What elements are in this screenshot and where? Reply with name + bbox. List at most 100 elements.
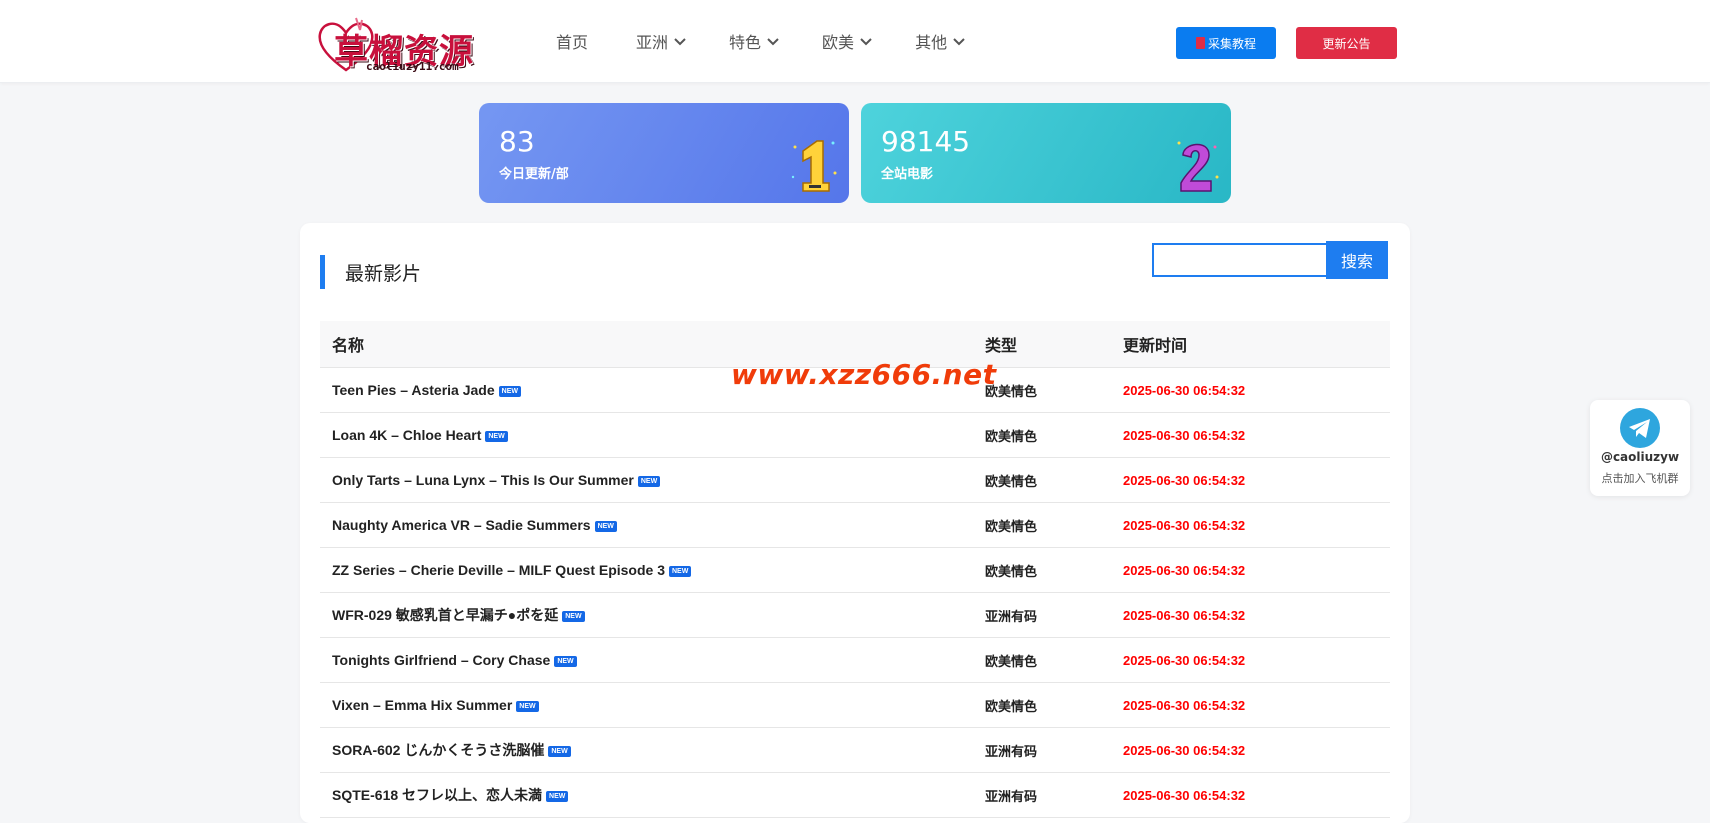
- telegram-handle: @caoliuzyw: [1600, 450, 1680, 464]
- new-badge: NEW: [498, 385, 521, 397]
- row-type-cell: 欧美情色: [985, 564, 1038, 580]
- stat-today-label: 今日更新/部: [499, 167, 569, 182]
- nav-home[interactable]: 首页: [556, 29, 588, 53]
- row-type-cell: 亚洲有码: [985, 744, 1038, 760]
- nav-other-label: 其他: [915, 33, 948, 52]
- book-icon: [1195, 37, 1205, 49]
- search-form: 搜索: [1152, 241, 1388, 279]
- latest-movies-panel: 最新影片 搜索 名称 类型 更新时间 Teen Pies – Asteria J…: [300, 223, 1410, 823]
- new-badge: NEW: [562, 610, 585, 622]
- table-row: Tonights Girlfriend – Cory Chase NEW 欧美情色 2…: [320, 638, 1390, 683]
- chevron-down-icon: [860, 38, 872, 46]
- table-row: SORA-602 じんかくそうさ洗脳催 NEW 亚洲有码 2025-06-30 06:…: [320, 728, 1390, 773]
- row-name-cell: WFR-029 敏感乳首と早漏チ●ポを延 NEW: [320, 605, 985, 625]
- row-time-cell: 2025-06-30 06:54:32: [1123, 562, 1246, 578]
- new-badge: NEW: [548, 745, 571, 757]
- row-name-cell: Tonights Girlfriend – Cory Chase NEW: [320, 652, 985, 668]
- nav-featured-label: 特色: [729, 33, 762, 52]
- guide-button[interactable]: 采集教程: [1176, 27, 1276, 59]
- movie-title-link[interactable]: Tonights Girlfriend – Cory Chase: [332, 652, 550, 668]
- movie-table: 名称 类型 更新时间 Teen Pies – Asteria Jade NEW 欧美…: [320, 321, 1390, 818]
- telegram-icon: [1620, 408, 1660, 448]
- movie-title-link[interactable]: Naughty America VR – Sadie Summers: [332, 517, 591, 533]
- row-time-cell: 2025-06-30 06:54:32: [1123, 517, 1246, 533]
- row-time-cell: 2025-06-30 06:54:32: [1123, 742, 1246, 758]
- nav-featured[interactable]: 特色: [729, 29, 780, 53]
- rank-2-icon: [1177, 141, 1219, 192]
- nav-other[interactable]: 其他: [915, 29, 966, 53]
- nav-home-label: 首页: [556, 33, 589, 52]
- table-row: Vixen – Emma Hix Summer NEW 欧美情色 2025-06-30…: [320, 683, 1390, 728]
- row-type-cell: 欧美情色: [985, 519, 1038, 535]
- movie-title-link[interactable]: Teen Pies – Asteria Jade: [332, 382, 495, 398]
- new-badge: NEW: [554, 655, 577, 667]
- table-row: Loan 4K – Chloe Heart NEW 欧美情色 2025-06-30 0…: [320, 413, 1390, 458]
- stat-total-label: 全站电影: [881, 167, 934, 182]
- table-row: WFR-029 敏感乳首と早漏チ●ポを延 NEW 亚洲有码 2025-06-30 06…: [320, 593, 1390, 638]
- row-name-cell: Vixen – Emma Hix Summer NEW: [320, 697, 985, 713]
- movie-title-link[interactable]: SORA-602 じんかくそうさ洗脳催: [332, 742, 544, 758]
- column-header-name: 名称: [332, 336, 365, 355]
- table-row: Only Tarts – Luna Lynx – This Is Our Sum…: [320, 458, 1390, 503]
- row-time-cell: 2025-06-30 06:54:32: [1123, 787, 1246, 803]
- movie-title-link[interactable]: ZZ Series – Cherie Deville – MILF Quest …: [332, 562, 665, 578]
- site-logo[interactable]: 草榴资源 caoliuzy11.com: [316, 10, 476, 74]
- column-header-type: 类型: [985, 336, 1018, 355]
- row-type-cell: 欧美情色: [985, 384, 1038, 400]
- nav-asia[interactable]: 亚洲: [636, 29, 687, 53]
- movie-title-link[interactable]: SQTE-618 セフレ以上、恋人未満: [332, 787, 542, 803]
- nav-asia-label: 亚洲: [636, 33, 669, 52]
- main-nav: 首页 亚洲 特色 欧美 其他: [530, 0, 1008, 82]
- search-button[interactable]: 搜索: [1326, 241, 1388, 279]
- search-input[interactable]: [1152, 243, 1326, 277]
- stat-total-value: 98145: [881, 125, 971, 158]
- row-type-cell: 亚洲有码: [985, 609, 1038, 625]
- row-time-cell: 2025-06-30 06:54:32: [1123, 652, 1246, 668]
- guide-button-label: 采集教程: [1207, 36, 1256, 51]
- row-time-cell: 2025-06-30 06:54:32: [1123, 382, 1246, 398]
- new-badge: NEW: [546, 790, 569, 802]
- notice-button[interactable]: 更新公告: [1296, 27, 1397, 59]
- chevron-down-icon: [953, 38, 965, 46]
- new-badge: NEW: [594, 520, 617, 532]
- stat-today-value: 83: [499, 125, 535, 158]
- row-type-cell: 欧美情色: [985, 429, 1038, 445]
- stat-card-today: 83 今日更新/部: [479, 103, 849, 203]
- new-badge: NEW: [485, 430, 508, 442]
- chevron-down-icon: [767, 38, 779, 46]
- table-row: SQTE-618 セフレ以上、恋人未満 NEW 亚洲有码 2025-06-30 06:…: [320, 773, 1390, 818]
- movie-title-link[interactable]: Loan 4K – Chloe Heart: [332, 427, 481, 443]
- row-time-cell: 2025-06-30 06:54:32: [1123, 697, 1246, 713]
- movie-title-link[interactable]: Vixen – Emma Hix Summer: [332, 697, 512, 713]
- row-name-cell: Only Tarts – Luna Lynx – This Is Our Sum…: [320, 472, 985, 488]
- row-name-cell: SQTE-618 セフレ以上、恋人未満 NEW: [320, 785, 985, 805]
- table-body: Teen Pies – Asteria Jade NEW 欧美情色 2025-06-3…: [320, 368, 1390, 818]
- movie-title-link[interactable]: Only Tarts – Luna Lynx – This Is Our Sum…: [332, 472, 634, 488]
- row-time-cell: 2025-06-30 06:54:32: [1123, 427, 1246, 443]
- chevron-down-icon: [674, 38, 686, 46]
- rank-1-icon: [791, 140, 837, 192]
- column-header-time: 更新时间: [1123, 336, 1188, 355]
- row-name-cell: Loan 4K – Chloe Heart NEW: [320, 427, 985, 443]
- telegram-join-text: 点击加入飞机群: [1601, 472, 1679, 485]
- stat-card-total: 98145 全站电影: [861, 103, 1231, 203]
- row-time-cell: 2025-06-30 06:54:32: [1123, 607, 1246, 623]
- row-name-cell: SORA-602 じんかくそうさ洗脳催 NEW: [320, 740, 985, 760]
- notice-button-label: 更新公告: [1322, 36, 1371, 51]
- row-type-cell: 亚洲有码: [985, 789, 1038, 805]
- row-type-cell: 欧美情色: [985, 699, 1038, 715]
- row-name-cell: Naughty America VR – Sadie Summers NEW: [320, 517, 985, 533]
- nav-western-label: 欧美: [822, 33, 855, 52]
- table-row: ZZ Series – Cherie Deville – MILF Quest …: [320, 548, 1390, 593]
- movie-title-link[interactable]: WFR-029 敏感乳首と早漏チ●ポを延: [332, 607, 558, 623]
- watermark: www.xzz666.net: [731, 358, 997, 391]
- new-badge: NEW: [669, 565, 692, 577]
- row-type-cell: 欧美情色: [985, 654, 1038, 670]
- site-header: 草榴资源 caoliuzy11.com 首页 亚洲 特色 欧美 其他 采集教程 …: [0, 0, 1710, 83]
- telegram-widget[interactable]: @caoliuzyw 点击加入飞机群: [1590, 400, 1690, 496]
- row-name-cell: ZZ Series – Cherie Deville – MILF Quest …: [320, 562, 985, 578]
- nav-western[interactable]: 欧美: [822, 29, 873, 53]
- row-type-cell: 欧美情色: [985, 474, 1038, 490]
- table-row: Naughty America VR – Sadie Summers NEW 欧美情…: [320, 503, 1390, 548]
- row-time-cell: 2025-06-30 06:54:32: [1123, 472, 1246, 488]
